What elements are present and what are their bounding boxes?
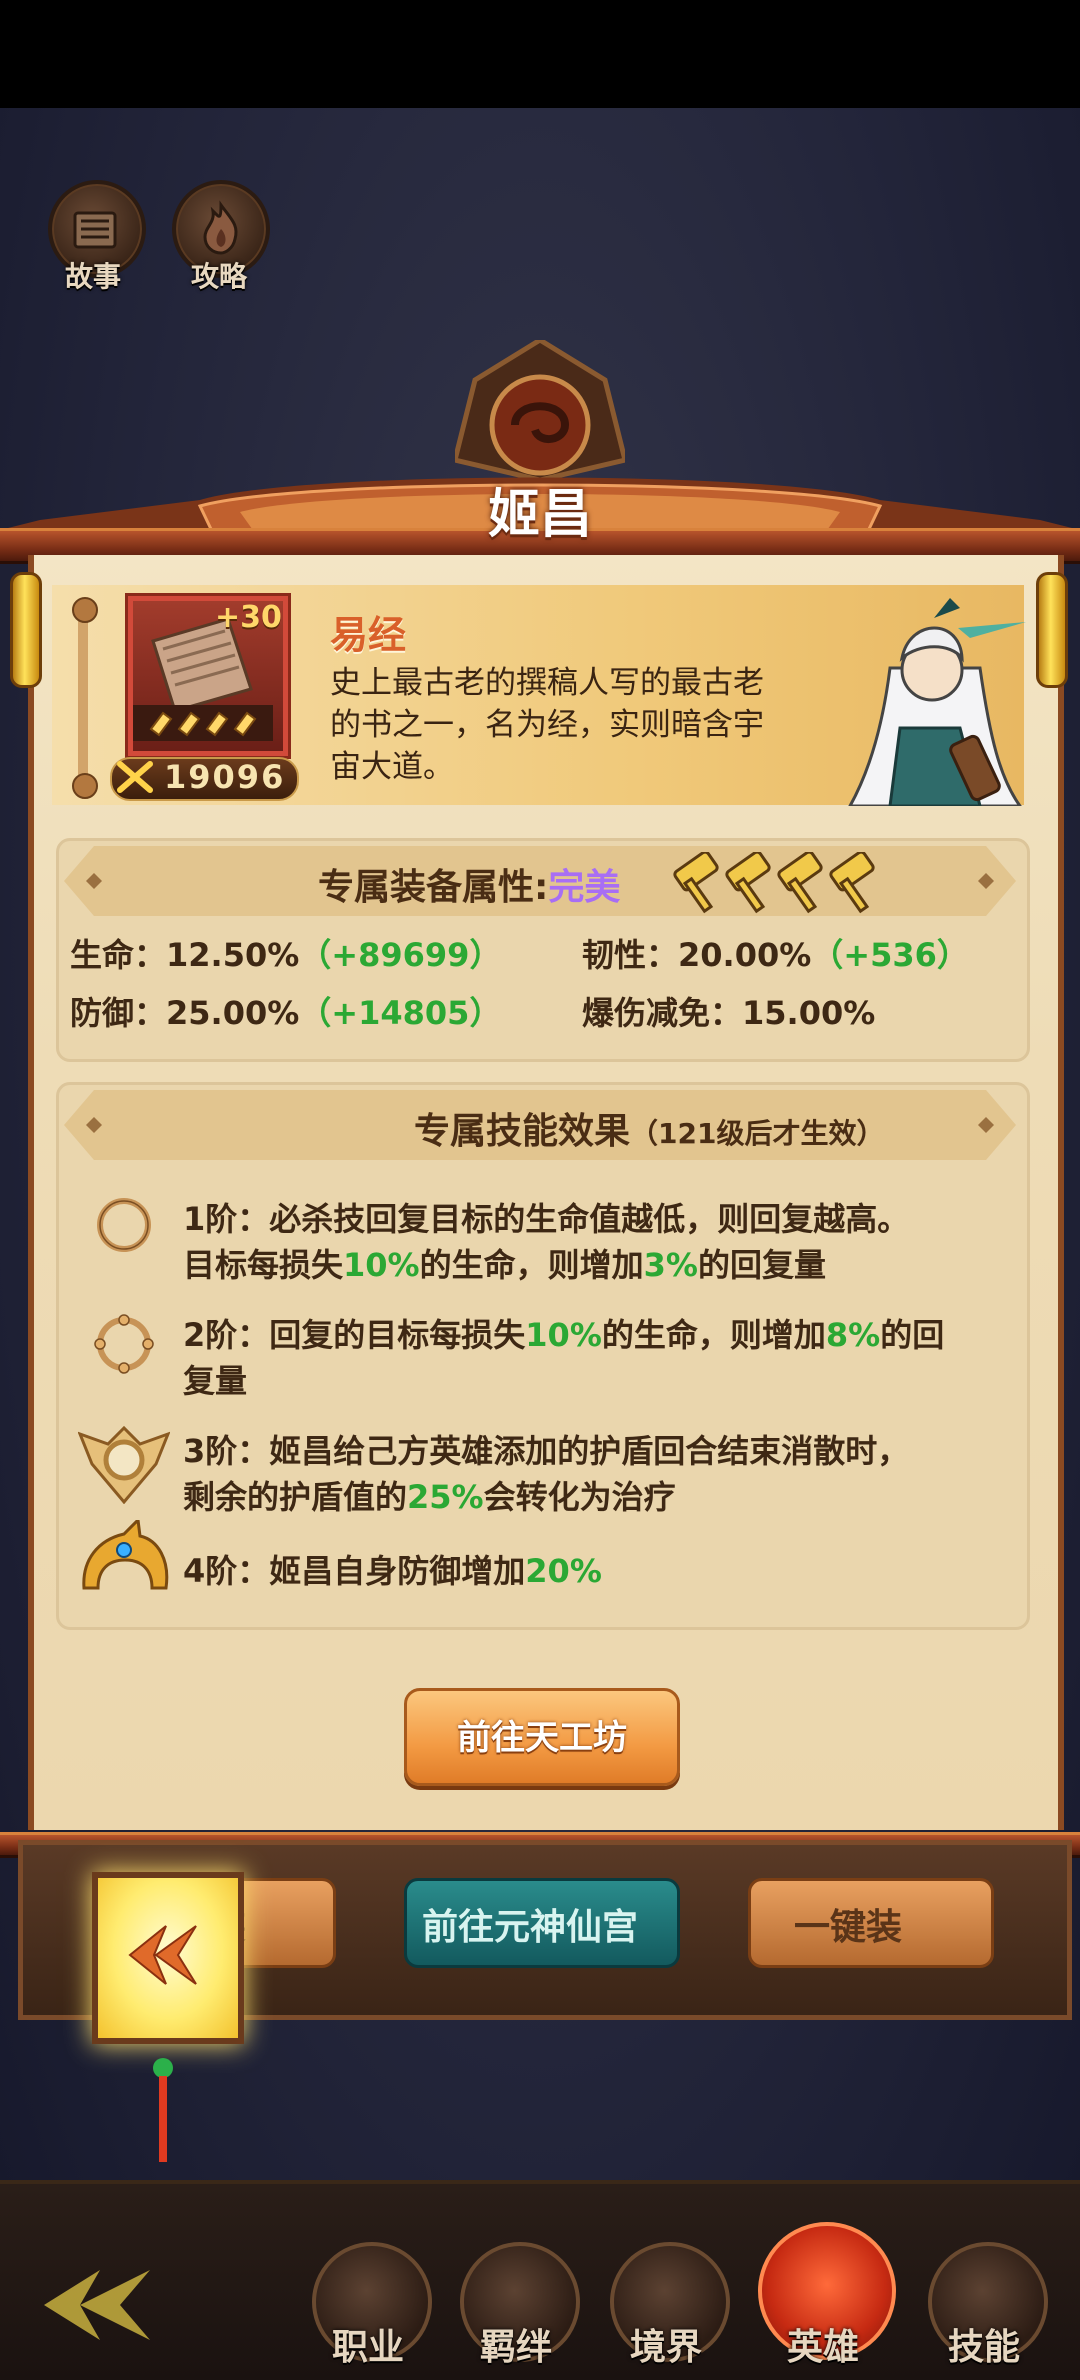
skill-tier-1: 1阶：必杀技回复目标的生命值越低，则回复越高。 目标每损失10%的生命，则增加3%… <box>183 1196 1013 1288</box>
stat-defense: 防御：25.00%（+14805） <box>70 994 502 1032</box>
auto-equip-label: 一键装 <box>794 1907 903 1948</box>
skill-text: 剩余的护盾值的 <box>183 1478 408 1516</box>
hammer-icon <box>725 852 771 914</box>
status-bar <box>0 0 1080 108</box>
hero-portrait <box>848 598 1026 806</box>
slider-knob-bottom[interactable] <box>72 773 98 799</box>
strategy-label: 攻略 <box>190 260 247 293</box>
skill-text: 1阶：必杀技回复目标的生命值越低，则回复越高。 <box>183 1200 910 1238</box>
attributes-header-label: 专属装备属性: <box>318 867 549 908</box>
skill-highlight: 10% <box>343 1246 420 1284</box>
back-lantern-button[interactable] <box>92 1872 244 2044</box>
skill-line: 4阶：姬昌自身防御增加20% <box>183 1548 1013 1594</box>
enhance-level: +30 <box>215 600 282 635</box>
skill-highlight: 3% <box>643 1246 698 1284</box>
nav-skill-label: 技能 <box>947 2327 1020 2368</box>
nav-career-label: 职业 <box>331 2327 404 2368</box>
attributes-header: 专属装备属性:完美 <box>318 858 620 910</box>
lantern-tassel <box>159 2076 167 2162</box>
skill-text: 3阶：姬昌给己方英雄添加的护盾回合结束消散时， <box>183 1432 910 1470</box>
skill-text: 会转化为治疗 <box>483 1478 676 1516</box>
skill-text: 的回复量 <box>697 1246 826 1284</box>
skill-text: 目标每损失 <box>183 1246 344 1284</box>
goto-workshop-label: 前往天工坊 <box>457 1718 627 1758</box>
skill-text: 4阶：姬昌自身防御增加 <box>183 1552 526 1590</box>
story-label: 故事 <box>64 260 121 293</box>
stat-crit-damage-reduction: 爆伤减免：15.00% <box>582 994 876 1032</box>
skill-line: 剩余的护盾值的25%会转化为治疗 <box>183 1474 1013 1520</box>
item-description-line: 史上最古老的撰稿人写的最古老 <box>330 665 764 701</box>
quality-label: 完美 <box>548 867 621 908</box>
item-scroll-slider[interactable] <box>72 597 98 799</box>
skill-line: 3阶：姬昌给己方英雄添加的护盾回合结束消散时， <box>183 1428 1013 1474</box>
nav-bond-label: 羁绊 <box>479 2327 552 2368</box>
item-description-line: 宙大道。 <box>330 749 454 785</box>
skill-tier-2: 2阶：回复的目标每损失10%的生命，则增加8%的回复量 <box>183 1312 1013 1404</box>
winged-ring-icon <box>78 1425 170 1504</box>
skill-text: 复量 <box>183 1362 248 1400</box>
right-scroll-pin <box>1036 572 1068 688</box>
item-description: 史上最古老的撰稿人写的最古老 的书之一，名为经，实则暗含宇 宙大道。 <box>330 662 810 788</box>
dragon-crown-icon <box>82 1520 169 1590</box>
item-description-line: 的书之一，名为经，实则暗含宇 <box>330 707 764 743</box>
nav-realm-label: 境界 <box>629 2327 702 2368</box>
goto-spirit-palace-label: 前往元神仙宫 <box>422 1907 639 1948</box>
nav-hero-label: 英雄 <box>786 2327 859 2368</box>
skill-highlight: 25% <box>407 1478 484 1516</box>
skill-text: 的生命，则增加 <box>601 1316 826 1354</box>
skill-tier-4: 4阶：姬昌自身防御增加20% <box>183 1548 1013 1594</box>
left-scroll-pin <box>10 572 42 688</box>
stat-hp: 生命：12.50%（+89699） <box>70 936 502 974</box>
studded-ring-icon <box>94 1314 154 1374</box>
stat-toughness: 韧性：20.00%（+536） <box>582 936 969 974</box>
hammer-icon <box>829 852 875 914</box>
skill-highlight: 20% <box>525 1552 602 1590</box>
skill-highlight: 10% <box>525 1316 602 1354</box>
nav-back-arrow-icon[interactable] <box>40 2260 160 2350</box>
skill-text: 2阶：回复的目标每损失 <box>183 1316 526 1354</box>
slider-knob-top[interactable] <box>72 597 98 623</box>
item-name: 易经 <box>330 613 407 657</box>
hammer-icon <box>777 852 823 914</box>
skill-line: 1阶：必杀技回复目标的生命值越低，则回复越高。 <box>183 1196 1013 1242</box>
skill-text: 的生命，则增加 <box>419 1246 644 1284</box>
skill-line: 复量 <box>183 1358 1013 1404</box>
skill-line: 2阶：回复的目标每损失10%的生命，则增加8%的回 <box>183 1312 1013 1358</box>
skill-text: 的回 <box>880 1316 945 1354</box>
bronze-ring-icon <box>97 1198 151 1252</box>
dialog-title: 姬昌 <box>487 485 592 545</box>
hammer-rating <box>673 852 875 914</box>
hammer-icon <box>673 852 719 914</box>
skill-highlight: 8% <box>825 1316 881 1354</box>
power-value: 19096 <box>164 758 286 796</box>
skills-header: 专属技能效果（121级后才生效） <box>414 1102 884 1154</box>
lantern-bead <box>153 2058 173 2078</box>
skill-line: 目标每损失10%的生命，则增加3%的回复量 <box>183 1242 1013 1288</box>
skills-header-note: （121级后才生效） <box>630 1117 885 1150</box>
dialog-emblem <box>455 340 625 480</box>
skills-header-label: 专属技能效果 <box>414 1111 631 1152</box>
back-arrow-icon <box>128 1925 197 1985</box>
crossed-swords-icon <box>117 761 153 793</box>
skill-tier-3: 3阶：姬昌给己方英雄添加的护盾回合结束消散时， 剩余的护盾值的25%会转化为治疗 <box>183 1428 1013 1520</box>
